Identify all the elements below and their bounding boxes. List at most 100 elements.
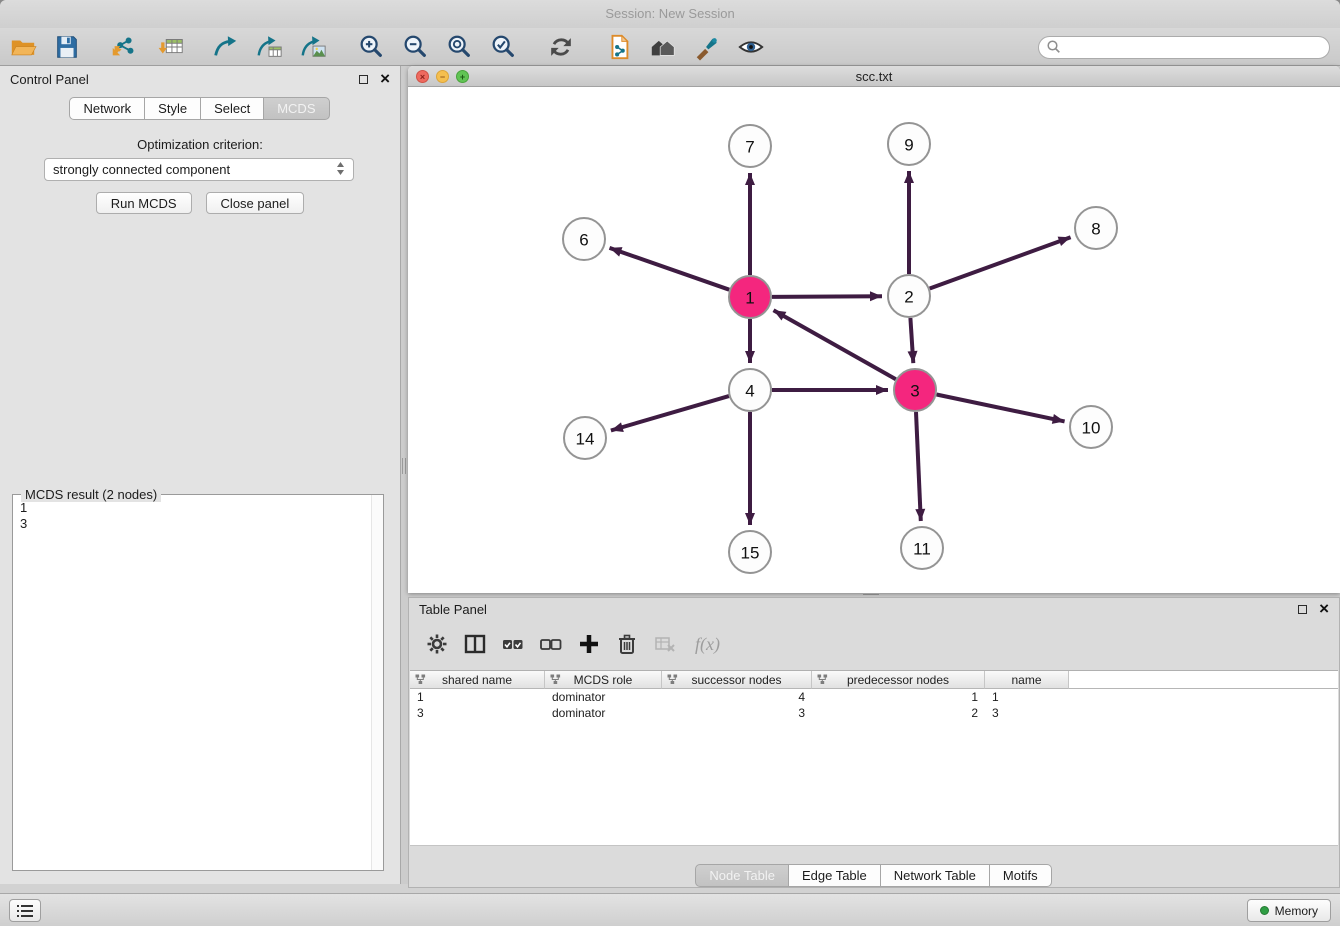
table-row[interactable]: 1dominator411 bbox=[410, 689, 1338, 705]
table-panel-title: Table Panel bbox=[419, 602, 1298, 617]
graph-node-label: 9 bbox=[904, 136, 913, 155]
column-header-name[interactable]: name bbox=[985, 671, 1069, 689]
network-window-titlebar[interactable]: × − + scc.txt bbox=[408, 66, 1340, 87]
table-cell[interactable]: dominator bbox=[545, 690, 662, 704]
mcds-result-title: MCDS result (2 nodes) bbox=[21, 487, 161, 502]
main-toolbar bbox=[0, 28, 1340, 66]
run-mcds-button[interactable]: Run MCDS bbox=[96, 192, 192, 214]
table-cell[interactable]: 1 bbox=[985, 690, 1069, 704]
search-input[interactable] bbox=[1061, 41, 1329, 55]
network-graph: 7968124314101511 bbox=[408, 87, 1340, 593]
graph-node-label: 15 bbox=[741, 544, 760, 563]
vertical-split-divider[interactable] bbox=[401, 66, 408, 884]
zoom-window-icon[interactable]: + bbox=[456, 70, 469, 83]
import-table-icon[interactable] bbox=[156, 32, 186, 62]
tab-select[interactable]: Select bbox=[200, 97, 264, 120]
memory-button-label: Memory bbox=[1275, 904, 1318, 918]
mcds-result-box: MCDS result (2 nodes) 1 3 bbox=[12, 494, 384, 871]
memory-button[interactable]: Memory bbox=[1247, 899, 1331, 922]
first-neighbors-icon[interactable] bbox=[648, 32, 678, 62]
table-panel: Table Panel × bbox=[408, 597, 1340, 888]
tab-style[interactable]: Style bbox=[144, 97, 201, 120]
table-cell[interactable]: 3 bbox=[662, 706, 812, 720]
export-image-icon[interactable] bbox=[298, 32, 328, 62]
table-cell[interactable]: 3 bbox=[410, 706, 545, 720]
control-panel: Control Panel × Network Style Select MCD… bbox=[0, 66, 401, 884]
table-cell[interactable]: 3 bbox=[985, 706, 1069, 720]
graph-node-label: 11 bbox=[913, 540, 931, 559]
graph-edge-1-6[interactable] bbox=[610, 248, 730, 290]
open-session-icon[interactable] bbox=[8, 32, 38, 62]
window-titlebar[interactable]: Session: New Session bbox=[0, 0, 1340, 28]
tab-network[interactable]: Network bbox=[69, 97, 145, 120]
table-cell[interactable]: 4 bbox=[662, 690, 812, 704]
tab-edge-table[interactable]: Edge Table bbox=[788, 864, 881, 887]
criterion-dropdown[interactable]: strongly connected component bbox=[44, 158, 354, 181]
close-table-panel-icon[interactable]: × bbox=[1319, 602, 1329, 616]
graph-edge-3-10[interactable] bbox=[937, 395, 1065, 422]
table-row[interactable]: 3dominator323 bbox=[410, 705, 1338, 721]
close-panel-button[interactable]: Close panel bbox=[206, 192, 305, 214]
optimization-criterion-label: Optimization criterion: bbox=[0, 137, 400, 152]
close-window-icon[interactable]: × bbox=[416, 70, 429, 83]
graph-edge-3-1[interactable] bbox=[774, 310, 896, 379]
graph-edge-4-14[interactable] bbox=[611, 396, 729, 430]
save-session-icon[interactable] bbox=[52, 32, 82, 62]
criterion-dropdown-value: strongly connected component bbox=[53, 162, 230, 177]
select-all-icon[interactable] bbox=[501, 632, 525, 656]
column-header-filler bbox=[1069, 671, 1338, 689]
graph-edge-2-3[interactable] bbox=[910, 318, 913, 363]
zoom-selected-icon[interactable] bbox=[488, 32, 518, 62]
graph-edge-2-8[interactable] bbox=[930, 237, 1071, 288]
add-column-icon[interactable] bbox=[577, 632, 601, 656]
graph-node-label: 3 bbox=[910, 382, 919, 401]
memory-status-icon bbox=[1260, 906, 1269, 915]
node-table-body: 1dominator4113dominator323 bbox=[410, 689, 1338, 721]
export-network-icon[interactable] bbox=[210, 32, 240, 62]
column-header-predecessor-nodes[interactable]: predecessor nodes bbox=[812, 671, 985, 689]
graph-edge-3-11[interactable] bbox=[916, 412, 921, 521]
tab-network-table[interactable]: Network Table bbox=[880, 864, 990, 887]
panel-menu-button[interactable] bbox=[9, 899, 41, 922]
table-toolbar: f(x) bbox=[409, 622, 1339, 666]
delete-column-icon[interactable] bbox=[615, 632, 639, 656]
float-table-panel-icon[interactable] bbox=[1298, 605, 1307, 614]
search-field[interactable] bbox=[1038, 36, 1330, 59]
column-selector-icon[interactable] bbox=[463, 632, 487, 656]
table-cell[interactable]: dominator bbox=[545, 706, 662, 720]
graph-edge-1-2[interactable] bbox=[772, 296, 882, 297]
column-header-successor-nodes[interactable]: successor nodes bbox=[662, 671, 812, 689]
network-from-file-icon[interactable] bbox=[604, 32, 634, 62]
control-panel-tabs: Network Style Select MCDS bbox=[0, 97, 400, 120]
graph-node-label: 10 bbox=[1082, 419, 1101, 438]
network-canvas[interactable]: 7968124314101511 bbox=[408, 87, 1340, 593]
graph-node-label: 6 bbox=[579, 231, 588, 250]
result-scrollbar[interactable] bbox=[371, 495, 383, 870]
window-title: Session: New Session bbox=[605, 6, 734, 21]
minimize-window-icon[interactable]: − bbox=[436, 70, 449, 83]
tab-motifs[interactable]: Motifs bbox=[989, 864, 1052, 887]
settings-gear-icon[interactable] bbox=[425, 632, 449, 656]
column-header-shared-name[interactable]: shared name bbox=[410, 671, 545, 689]
table-cell[interactable]: 1 bbox=[812, 690, 985, 704]
apply-style-icon[interactable] bbox=[692, 32, 722, 62]
apply-layout-icon[interactable] bbox=[546, 32, 576, 62]
node-table-header: shared nameMCDS rolesuccessor nodesprede… bbox=[410, 671, 1338, 689]
delete-table-icon[interactable] bbox=[653, 632, 677, 656]
zoom-in-icon[interactable] bbox=[356, 32, 386, 62]
float-panel-icon[interactable] bbox=[359, 75, 368, 84]
tab-node-table[interactable]: Node Table bbox=[695, 864, 789, 887]
table-cell[interactable]: 1 bbox=[410, 690, 545, 704]
function-builder-icon[interactable]: f(x) bbox=[695, 634, 720, 655]
import-network-icon[interactable] bbox=[108, 32, 138, 62]
zoom-fit-icon[interactable] bbox=[444, 32, 474, 62]
show-hide-icon[interactable] bbox=[736, 32, 766, 62]
export-table-icon[interactable] bbox=[254, 32, 284, 62]
graph-node-label: 14 bbox=[576, 430, 595, 449]
column-header-MCDS-role[interactable]: MCDS role bbox=[545, 671, 662, 689]
tab-mcds[interactable]: MCDS bbox=[263, 97, 329, 120]
table-cell[interactable]: 2 bbox=[812, 706, 985, 720]
close-panel-icon[interactable]: × bbox=[380, 72, 390, 86]
zoom-out-icon[interactable] bbox=[400, 32, 430, 62]
deselect-all-icon[interactable] bbox=[539, 632, 563, 656]
